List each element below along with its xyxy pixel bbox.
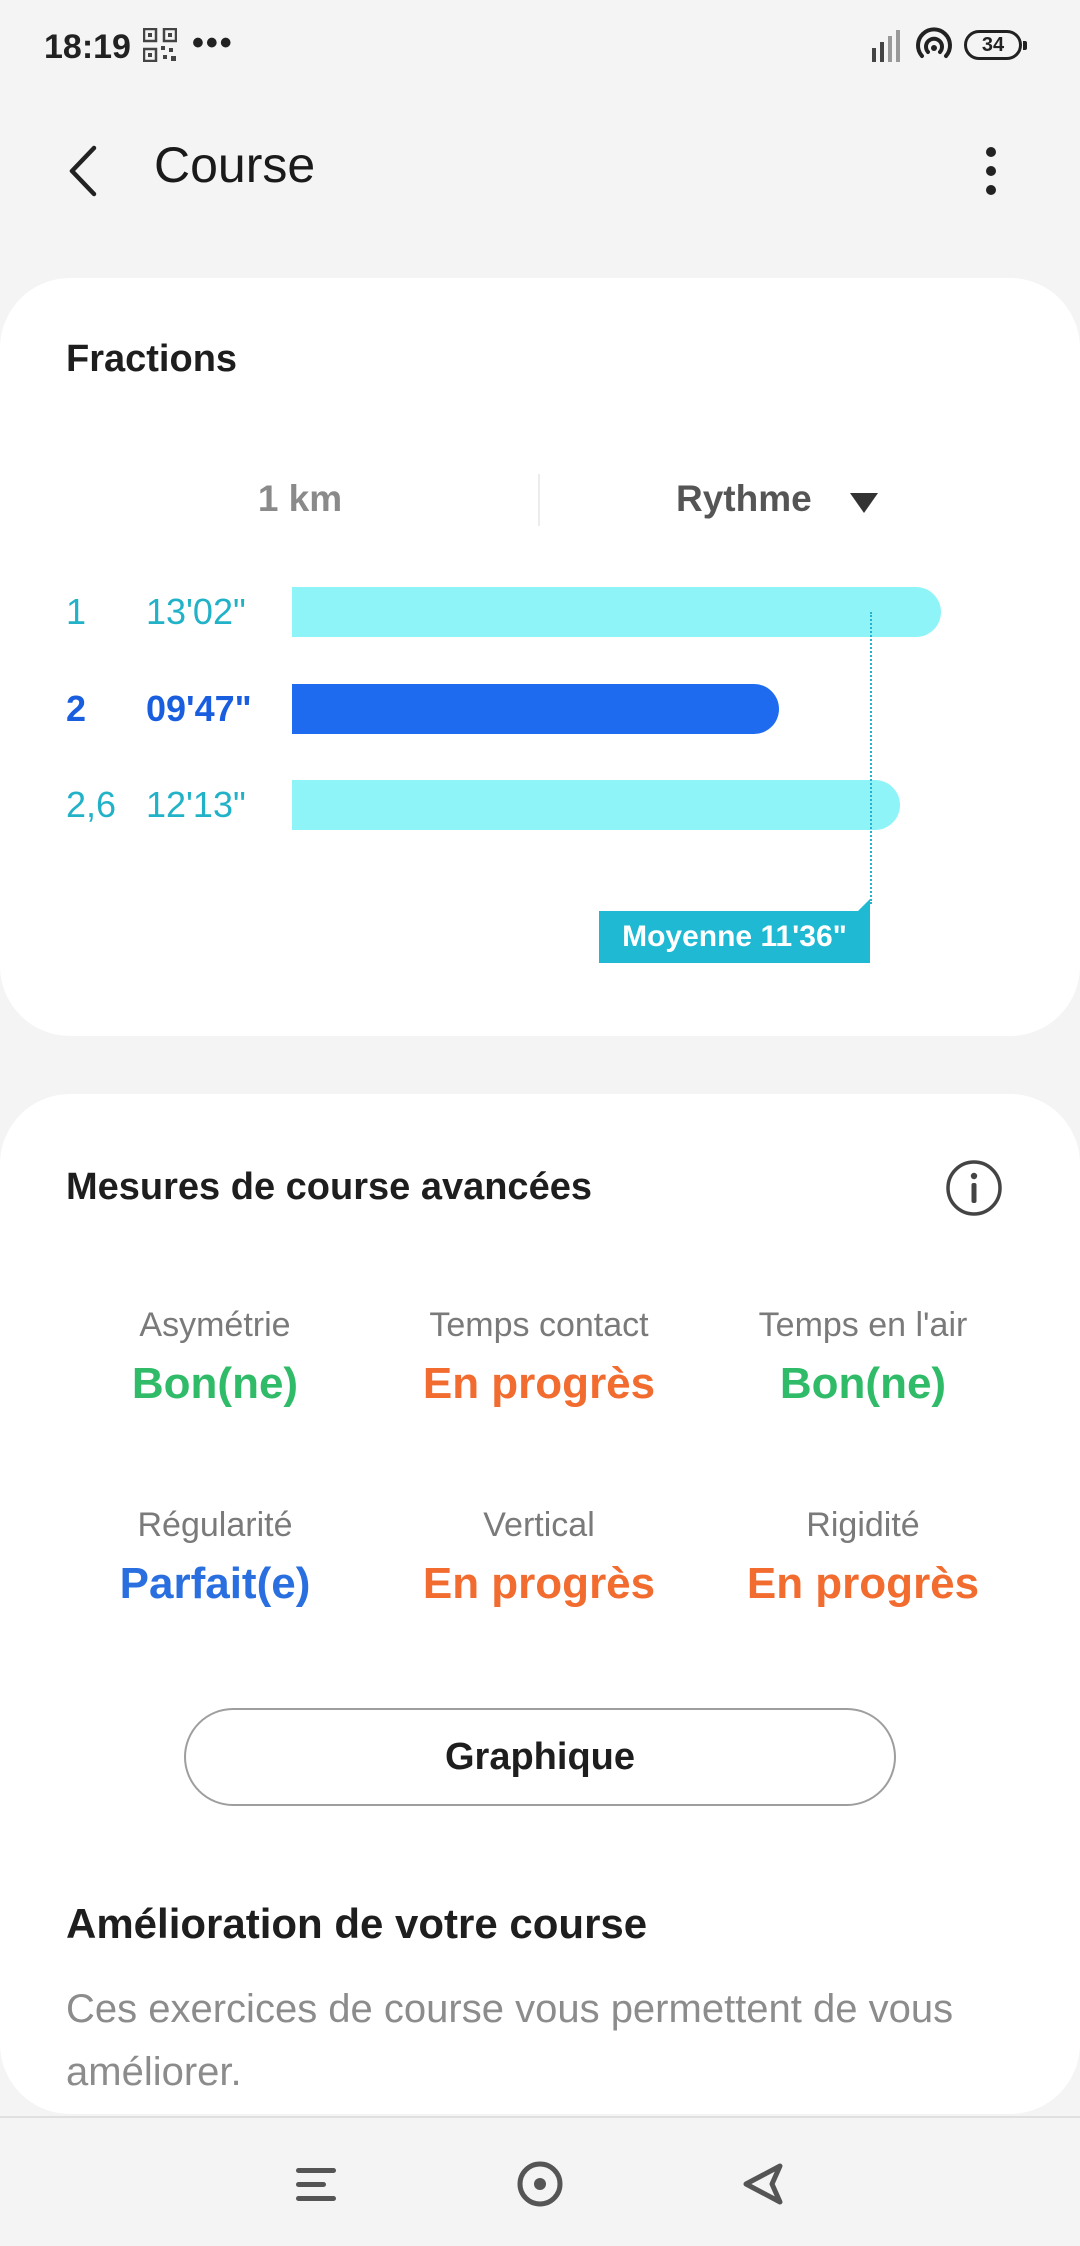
status-bar: 18:19 ••• 34 [0, 0, 1080, 96]
metric-item: Asymétrie Bon(ne) [50, 1306, 380, 1409]
metric-label: Temps en l'air [758, 1306, 968, 1344]
metric-item: Vertical En progrès [374, 1506, 704, 1609]
average-tag: Moyenne 11'36" [599, 899, 870, 963]
nav-bar [0, 2116, 1080, 2246]
split-bar[interactable] [292, 587, 941, 637]
split-number: 1 [66, 591, 87, 632]
metric-item: Rigidité En progrès [698, 1506, 1028, 1609]
measures-title: Mesures de course avancées [66, 1166, 592, 1208]
metric-item: Temps contact En progrès [374, 1306, 704, 1409]
split-bar[interactable] [292, 780, 900, 830]
split-time: 13'02" [146, 591, 246, 632]
metric-label: Asymétrie [139, 1306, 291, 1344]
recent-apps-icon[interactable] [292, 2162, 342, 2208]
more-dots-icon: ••• [192, 24, 234, 62]
home-icon[interactable] [514, 2158, 566, 2210]
metric-value: En progrès [422, 1559, 656, 1608]
back-icon[interactable] [738, 2158, 790, 2210]
improve-title: Amélioration de votre course [66, 1900, 648, 1947]
metric-value: Bon(ne) [779, 1359, 947, 1408]
fractions-title: Fractions [66, 338, 238, 380]
metric-value: En progrès [746, 1559, 980, 1608]
back-arrow-icon[interactable] [58, 136, 114, 206]
signal-icon [872, 30, 900, 62]
caret-down-icon[interactable] [850, 493, 878, 513]
more-vertical-icon[interactable] [966, 136, 1016, 206]
metric-item: Régularité Parfait(e) [50, 1506, 380, 1609]
metric-value: Bon(ne) [131, 1359, 299, 1408]
metric-label: Régularité [137, 1506, 293, 1544]
app-header: Course [0, 96, 1080, 240]
fractions-card: Fractions 1 km Rythme 1 13'02" 2 09'47" 2,6 1… [0, 278, 1080, 1036]
info-icon[interactable] [944, 1158, 1004, 1218]
split-number: 2 [66, 688, 87, 729]
metric-label: Temps contact [429, 1306, 649, 1344]
average-line [870, 612, 872, 904]
status-time: 18:19 [44, 28, 131, 66]
split-time: 12'13" [146, 784, 246, 825]
split-time: 09'47" [146, 688, 252, 729]
split-number: 2,6 [66, 784, 117, 825]
hotspot-icon [916, 27, 952, 58]
metric-label: Vertical [483, 1506, 595, 1544]
metric-label: Rigidité [806, 1506, 920, 1544]
metric-selector[interactable]: Rythme [676, 478, 812, 520]
page-title: Course [154, 137, 316, 193]
graph-button[interactable]: Graphique [184, 1708, 896, 1806]
selector-divider [538, 474, 540, 526]
split-bar[interactable] [292, 684, 779, 734]
metric-value: En progrès [422, 1359, 656, 1408]
metric-value: Parfait(e) [119, 1559, 311, 1608]
distance-selector[interactable]: 1 km [200, 478, 400, 520]
improve-text: Ces exercices de course vous permettent … [66, 1987, 954, 2094]
metric-item: Temps en l'air Bon(ne) [698, 1306, 1028, 1409]
battery-icon: 34 [964, 30, 1027, 60]
measures-card: Mesures de course avancées Asymétrie Bon(… [0, 1094, 1080, 2114]
qr-code-icon [143, 28, 177, 62]
